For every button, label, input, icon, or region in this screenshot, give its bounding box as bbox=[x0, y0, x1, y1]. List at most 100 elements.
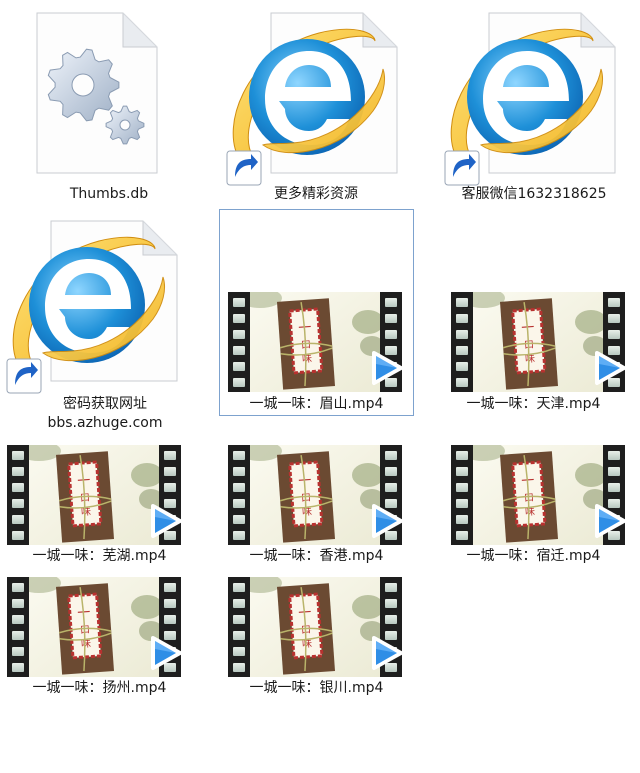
video-frame-art: 一 口 味 bbox=[473, 292, 603, 392]
film-sprocket-hole bbox=[233, 483, 245, 492]
film-sprocket-hole bbox=[12, 467, 24, 476]
film-strip-left bbox=[7, 577, 29, 677]
film-sprocket-hole bbox=[608, 330, 620, 339]
film-strip-left bbox=[228, 577, 250, 677]
film-sprocket-hole bbox=[233, 451, 245, 460]
video-frame: 一 口 味 bbox=[250, 577, 380, 677]
file-tile-tianjin[interactable]: 一 口 味 一城一味：天津.mp4 bbox=[436, 209, 631, 416]
file-name: 更多精彩资源 bbox=[274, 186, 358, 202]
file-tile-meishan[interactable]: 一 口 味 一城一味：眉山.mp4 bbox=[219, 209, 414, 416]
film-sprocket-hole bbox=[608, 314, 620, 323]
ie-shortcut-icon bbox=[444, 12, 616, 186]
gear-icon bbox=[36, 12, 158, 174]
video-frame: 一 口 味 bbox=[473, 445, 603, 545]
file-tile-thumbs[interactable]: Thumbs.db bbox=[6, 4, 212, 206]
video-thumbnail: 一 口 味 bbox=[7, 577, 183, 677]
video-frame: 一 口 味 bbox=[29, 577, 159, 677]
film-sprocket-hole bbox=[12, 583, 24, 592]
film-sprocket-hole bbox=[12, 647, 24, 656]
file-name: 一城一味：宿迁.mp4 bbox=[466, 548, 601, 564]
film-sprocket-hole bbox=[456, 451, 468, 460]
gear-icon bbox=[33, 11, 163, 177]
film-sprocket-hole bbox=[233, 531, 245, 540]
video-thumbnail: 一 口 味 bbox=[228, 445, 403, 545]
video-thumbnail: 一 口 味 bbox=[7, 445, 183, 545]
play-icon bbox=[591, 503, 627, 539]
film-sprocket-hole bbox=[233, 378, 245, 387]
file-name: 客服微信1632318625 bbox=[461, 186, 607, 202]
film-sprocket-hole bbox=[233, 499, 245, 508]
file-name: 密码获取网址 bbs.azhuge.com bbox=[47, 396, 163, 431]
film-sprocket-hole bbox=[456, 378, 468, 387]
file-tile-suqian[interactable]: 一 口 味 一城一味：宿迁.mp4 bbox=[436, 440, 631, 568]
file-tile-wechat[interactable]: 客服微信1632318625 bbox=[434, 4, 634, 206]
film-sprocket-hole bbox=[12, 515, 24, 524]
shortcut-arrow-icon bbox=[226, 150, 262, 186]
film-sprocket-hole bbox=[233, 615, 245, 624]
film-strip-left bbox=[451, 292, 473, 392]
shortcut-arrow-icon bbox=[6, 358, 42, 394]
shortcut-arrow-icon bbox=[444, 150, 480, 186]
film-sprocket-hole bbox=[164, 467, 176, 476]
video-frame: 一 口 味 bbox=[250, 292, 380, 392]
play-icon bbox=[147, 635, 183, 671]
film-sprocket-hole bbox=[12, 499, 24, 508]
film-sprocket-hole bbox=[385, 330, 397, 339]
film-sprocket-hole bbox=[233, 515, 245, 524]
file-name: 一城一味：香港.mp4 bbox=[249, 548, 384, 564]
film-sprocket-hole bbox=[233, 330, 245, 339]
file-name: Thumbs.db bbox=[69, 186, 149, 202]
film-sprocket-hole bbox=[456, 483, 468, 492]
film-strip-left bbox=[228, 292, 250, 392]
film-sprocket-hole bbox=[456, 531, 468, 540]
play-icon bbox=[368, 350, 404, 386]
video-thumbnail: 一 口 味 bbox=[451, 445, 627, 545]
file-tile-wuhu[interactable]: 一 口 味 一城一味：芜湖.mp4 bbox=[2, 440, 197, 568]
film-sprocket-hole bbox=[385, 483, 397, 492]
file-name: 一城一味：芜湖.mp4 bbox=[32, 548, 167, 564]
play-icon bbox=[368, 635, 404, 671]
film-sprocket-hole bbox=[456, 330, 468, 339]
film-sprocket-hole bbox=[456, 515, 468, 524]
film-sprocket-hole bbox=[608, 467, 620, 476]
file-tile-yinchuan[interactable]: 一 口 味 一城一味：银川.mp4 bbox=[219, 574, 414, 702]
film-sprocket-hole bbox=[385, 599, 397, 608]
film-sprocket-hole bbox=[164, 615, 176, 624]
ie-shortcut-icon bbox=[226, 12, 398, 186]
film-strip-left bbox=[451, 445, 473, 545]
file-tile-yangzhou[interactable]: 一 口 味 一城一味：扬州.mp4 bbox=[2, 574, 197, 702]
file-tile-more-resources[interactable]: 更多精彩资源 bbox=[216, 4, 416, 206]
film-sprocket-hole bbox=[385, 314, 397, 323]
video-frame-art: 一 口 味 bbox=[473, 445, 603, 545]
film-sprocket-hole bbox=[233, 346, 245, 355]
film-sprocket-hole bbox=[385, 298, 397, 307]
film-sprocket-hole bbox=[456, 467, 468, 476]
video-frame: 一 口 味 bbox=[473, 292, 603, 392]
film-sprocket-hole bbox=[233, 362, 245, 371]
video-frame-art: 一 口 味 bbox=[29, 577, 159, 677]
play-icon bbox=[147, 503, 183, 539]
film-sprocket-hole bbox=[608, 298, 620, 307]
video-frame-art: 一 口 味 bbox=[250, 445, 380, 545]
ie-shortcut-icon bbox=[441, 11, 621, 187]
film-sprocket-hole bbox=[608, 451, 620, 460]
file-name: 一城一味：天津.mp4 bbox=[466, 396, 601, 412]
film-sprocket-hole bbox=[456, 314, 468, 323]
file-explorer-view: Thumbs.db 更多精彩资源 客服微信1632318625 密码获取网址 b… bbox=[0, 0, 640, 773]
video-frame: 一 口 味 bbox=[29, 445, 159, 545]
film-sprocket-hole bbox=[233, 314, 245, 323]
film-sprocket-hole bbox=[385, 451, 397, 460]
film-sprocket-hole bbox=[164, 451, 176, 460]
play-icon bbox=[591, 350, 627, 386]
film-sprocket-hole bbox=[233, 663, 245, 672]
film-sprocket-hole bbox=[385, 615, 397, 624]
file-tile-password-url[interactable]: 密码获取网址 bbs.azhuge.com bbox=[2, 214, 208, 436]
film-sprocket-hole bbox=[12, 631, 24, 640]
film-strip-left bbox=[228, 445, 250, 545]
film-sprocket-hole bbox=[608, 483, 620, 492]
file-tile-hongkong[interactable]: 一 口 味 一城一味：香港.mp4 bbox=[219, 440, 414, 568]
film-sprocket-hole bbox=[12, 663, 24, 672]
film-sprocket-hole bbox=[164, 599, 176, 608]
film-sprocket-hole bbox=[12, 599, 24, 608]
video-thumbnail: 一 口 味 bbox=[451, 292, 627, 392]
